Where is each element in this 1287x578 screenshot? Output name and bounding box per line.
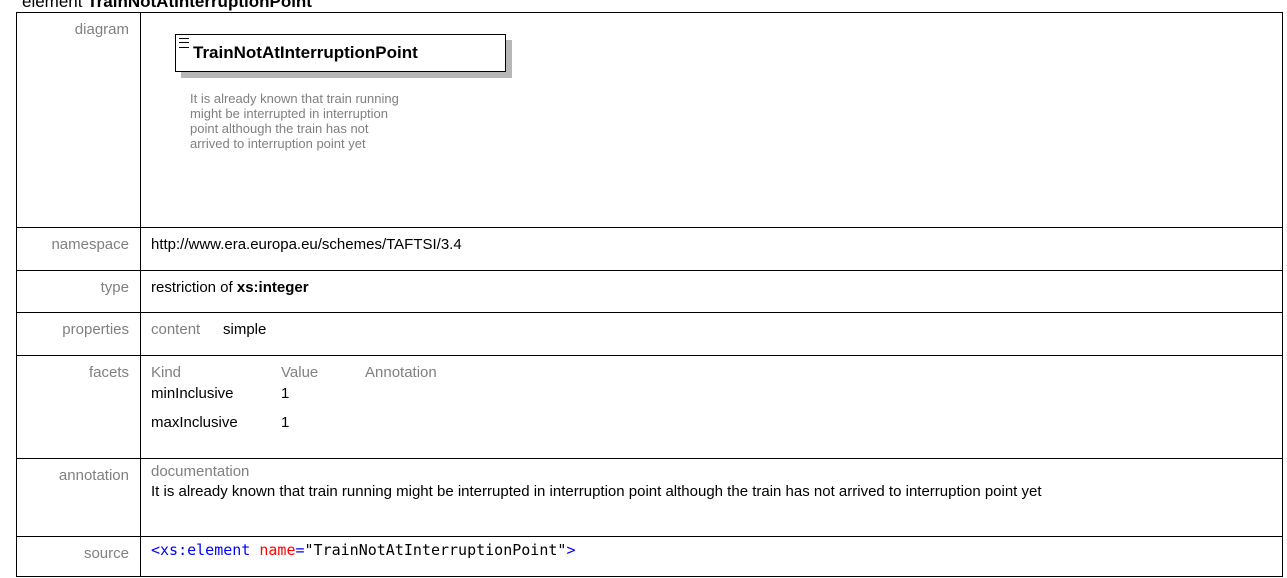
type-base-link[interactable]: xs:integer (237, 279, 309, 296)
source-attr-name: name (259, 541, 296, 559)
properties-row: properties content simple (16, 312, 1283, 356)
element-diagram-box[interactable]: TrainNotAtInterruptionPoint (175, 34, 506, 72)
annotation-documentation-label: documentation (151, 463, 250, 480)
facets-header-kind: Kind (151, 364, 182, 381)
description-line: might be interrupted in interruption (190, 106, 389, 121)
properties-value: content simple (140, 312, 1283, 356)
properties-label: properties (16, 312, 141, 356)
facets-row: facets Kind Value Annotation minInclusive 1… (16, 355, 1283, 459)
properties-key: content (151, 321, 201, 338)
type-prefix: restriction of (151, 279, 237, 296)
description-line: It is already known that train running (190, 91, 399, 106)
heading-element-name: TrainNotAtInterruptionPoint (87, 0, 312, 11)
element-diagram-description: It is already known that train running m… (190, 91, 420, 151)
annotation-value: documentation It is already known that t… (140, 458, 1283, 537)
facet-value: 1 (281, 385, 290, 402)
facet-kind: maxInclusive (151, 414, 238, 431)
facets-header: Kind Value Annotation (151, 364, 1282, 381)
source-close-bracket: > (566, 541, 576, 559)
source-open-tag: <xs:element (151, 541, 260, 559)
source-label: source (16, 536, 141, 577)
annotation-row: annotation documentation It is already k… (16, 458, 1283, 537)
source-equals: = (295, 541, 305, 559)
namespace-label: namespace (16, 227, 141, 271)
namespace-value: http://www.era.europa.eu/schemes/TAFTSI/… (140, 227, 1283, 271)
annotation-text: It is already known that train running m… (151, 483, 1042, 500)
facets-value: Kind Value Annotation minInclusive 1 maxInc… (140, 355, 1283, 459)
element-diagram-name: TrainNotAtInterruptionPoint (193, 43, 418, 62)
facets-label: facets (16, 355, 141, 459)
description-line: point although the train has not (190, 121, 369, 136)
source-code: <xs:element name="TrainNotAtInterruption… (140, 536, 1283, 577)
type-row: type restriction of xs:integer (16, 270, 1283, 313)
properties-val: simple (223, 321, 267, 338)
facets-header-annotation: Annotation (365, 364, 437, 381)
type-label: type (16, 270, 141, 313)
heading-prefix: element (22, 0, 83, 11)
facet-kind: minInclusive (151, 385, 234, 402)
facet-row: maxInclusive 1 (151, 414, 1282, 431)
source-row: source <xs:element name="TrainNotAtInter… (16, 536, 1283, 577)
description-line: arrived to interruption point yet (190, 136, 366, 151)
page-heading: element TrainNotAtInterruptionPoint (22, 0, 312, 12)
source-attr-value: "TrainNotAtInterruptionPoint" (304, 541, 567, 559)
namespace-row: namespace http://www.era.europa.eu/schem… (16, 227, 1283, 271)
diagram-label: diagram (16, 12, 141, 228)
facet-row: minInclusive 1 (151, 385, 1282, 402)
element-sequence-icon (179, 38, 189, 48)
facets-header-value: Value (281, 364, 319, 381)
type-value: restriction of xs:integer (140, 270, 1283, 313)
facet-value: 1 (281, 414, 290, 431)
annotation-label: annotation (16, 458, 141, 537)
